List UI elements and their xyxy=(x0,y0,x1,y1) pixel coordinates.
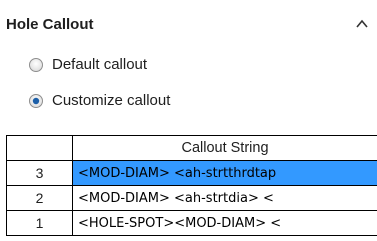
row-index[interactable]: 2 xyxy=(6,185,73,211)
customize-callout-option[interactable]: Customize callout xyxy=(28,90,328,112)
section-title: Hole Callout xyxy=(6,16,94,33)
default-callout-label: Default callout xyxy=(52,56,148,73)
table-header-row: Callout String xyxy=(6,135,377,161)
chevron-up-icon[interactable] xyxy=(354,16,370,32)
callout-string-grid: Callout String 3 <MOD-DIAM> <ah-strtthrd… xyxy=(6,135,377,241)
column-header-callout-string[interactable]: Callout String xyxy=(72,135,377,161)
callout-string-cell[interactable]: <HOLE-SPOT><MOD-DIAM> < xyxy=(72,210,377,236)
customize-callout-label: Customize callout xyxy=(52,92,171,109)
default-callout-option[interactable]: Default callout xyxy=(28,54,328,76)
callout-string-cell[interactable]: <MOD-DIAM> <ah-strtthrdtap xyxy=(72,160,377,186)
table-row[interactable]: 3 <MOD-DIAM> <ah-strtthrdtap xyxy=(6,160,377,186)
table-row[interactable]: 1 <HOLE-SPOT><MOD-DIAM> < xyxy=(6,210,377,236)
hole-callout-panel: Hole Callout Default callout Customize c… xyxy=(0,0,377,241)
row-index[interactable]: 1 xyxy=(6,210,73,236)
customize-callout-radio[interactable] xyxy=(28,93,44,109)
callout-string-cell[interactable]: <MOD-DIAM> <ah-strtdia> < xyxy=(72,185,377,211)
section-header[interactable]: Hole Callout xyxy=(0,14,377,38)
row-index[interactable]: 3 xyxy=(6,160,73,186)
table-row[interactable]: 2 <MOD-DIAM> <ah-strtdia> < xyxy=(6,185,377,211)
default-callout-radio[interactable] xyxy=(28,57,44,73)
table-corner-cell xyxy=(6,135,73,161)
callout-table: Callout String 3 <MOD-DIAM> <ah-strtthrd… xyxy=(6,135,377,236)
